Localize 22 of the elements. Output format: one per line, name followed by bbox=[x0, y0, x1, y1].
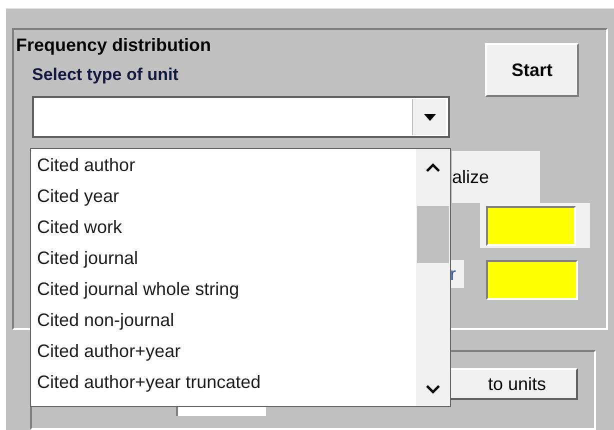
dropdown-item[interactable]: Cited year bbox=[31, 181, 416, 212]
dropdown-item[interactable]: Cited journal whole string bbox=[31, 274, 416, 305]
unit-type-label: Select type of unit bbox=[32, 64, 180, 86]
unit-type-combo[interactable] bbox=[32, 96, 450, 138]
dropdown-item[interactable]: Cited non-journal bbox=[31, 305, 416, 336]
input-field[interactable] bbox=[486, 260, 578, 300]
dropdown-item[interactable]: Cited author+year bbox=[31, 336, 416, 367]
dropdown-item[interactable]: Cited author+year truncated bbox=[31, 367, 416, 398]
tab[interactable]: alize bbox=[452, 151, 540, 203]
scrollbar[interactable] bbox=[416, 149, 450, 406]
caret-icon bbox=[424, 114, 436, 120]
input-field[interactable] bbox=[486, 206, 576, 246]
dropdown-item[interactable]: Cited work bbox=[31, 212, 416, 243]
dropdown-item[interactable]: Cited journal bbox=[31, 243, 416, 274]
field-label: r bbox=[450, 260, 464, 288]
scroll-thumb[interactable] bbox=[417, 206, 449, 263]
dropdown-button[interactable] bbox=[412, 99, 446, 135]
scroll-up-icon[interactable] bbox=[426, 163, 440, 172]
start-button[interactable]: Start bbox=[485, 43, 579, 97]
dropdown-item[interactable]: Cited author bbox=[31, 150, 416, 181]
group-title: Frequency distribution bbox=[16, 34, 212, 56]
scroll-down-icon[interactable] bbox=[426, 385, 440, 394]
